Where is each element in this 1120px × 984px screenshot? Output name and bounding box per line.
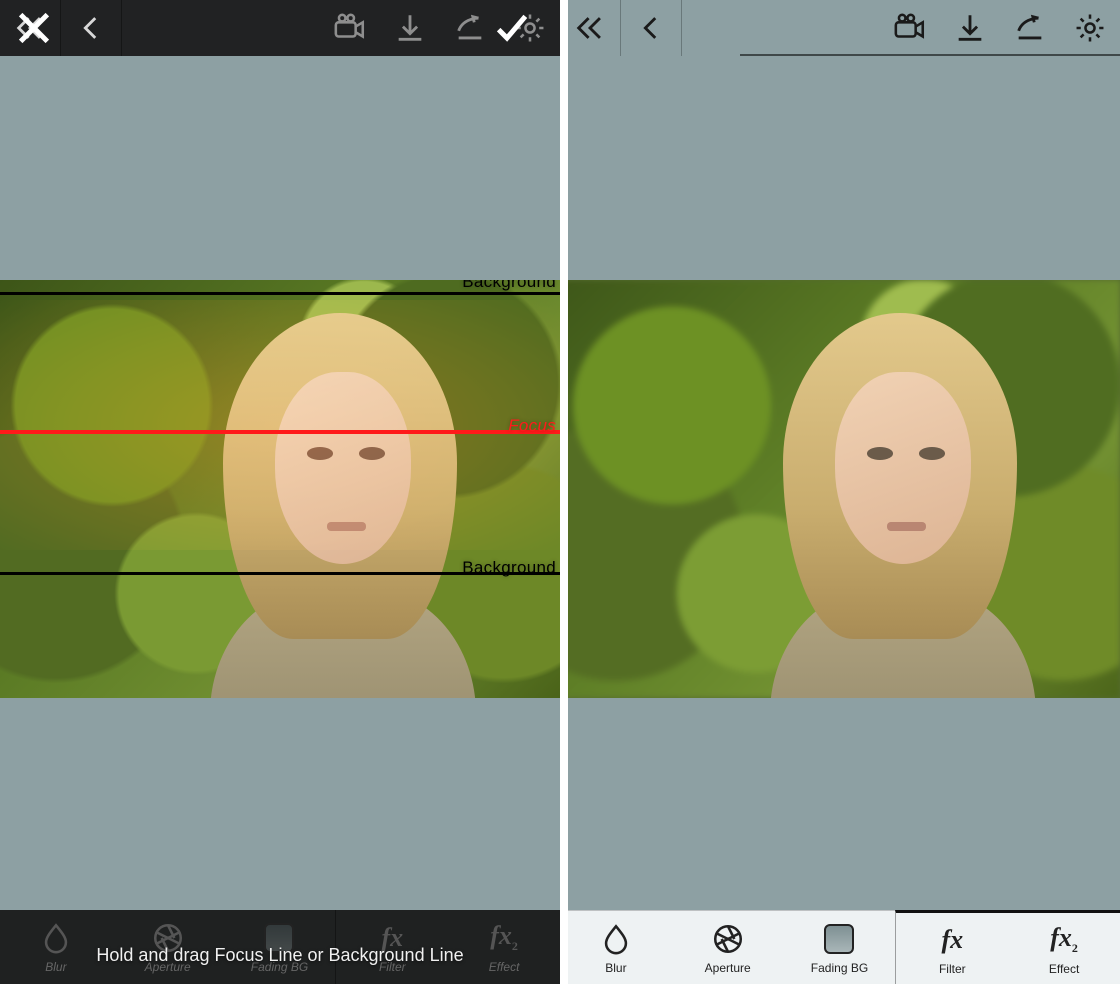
download-icon[interactable] (390, 8, 430, 48)
tool-label: Filter (379, 960, 406, 974)
editor-pane-right: Blur Aperture Fading BG fx Filter fx2 Ef… (560, 0, 1120, 984)
photo-subject (190, 313, 515, 698)
tool-label: Filter (939, 962, 966, 976)
tool-label: Fading BG (811, 961, 868, 975)
tool-aperture[interactable]: Aperture (112, 910, 224, 984)
fx-icon: fx (374, 920, 410, 956)
tool-fadingbg[interactable]: Fading BG (224, 910, 336, 984)
drop-icon (38, 920, 74, 956)
tool-fadingbg[interactable]: Fading BG (784, 910, 896, 984)
fx2-icon: fx2 (1046, 922, 1082, 958)
cancel-button[interactable] (10, 8, 58, 48)
tool-label: Effect (1049, 962, 1079, 976)
tool-blur[interactable]: Blur (560, 910, 672, 984)
share-icon[interactable] (450, 8, 490, 48)
top-toolbar (560, 0, 1120, 56)
confirm-button[interactable] (488, 8, 536, 48)
tool-effect[interactable]: fx2 Effect (448, 910, 560, 984)
tool-label: Aperture (705, 961, 751, 975)
photo-subject (750, 313, 1075, 698)
rewind-button[interactable] (560, 0, 620, 56)
aperture-icon (150, 920, 186, 956)
tool-label: Aperture (145, 960, 191, 974)
fadingbg-icon (261, 920, 297, 956)
bottom-toolbar: Blur Aperture Fading BG fx Filter fx2 Ef… (560, 910, 1120, 984)
pane-divider (560, 0, 568, 984)
fx2-icon: fx2 (486, 920, 522, 956)
bottom-toolbar: Blur Aperture Fading BG fx Filter fx2 Ef… (0, 910, 560, 984)
tool-aperture[interactable]: Aperture (672, 910, 784, 984)
drop-icon (598, 921, 634, 957)
toolbar-underline (740, 54, 1120, 56)
back-button[interactable] (621, 0, 681, 56)
tool-label: Fading BG (251, 960, 308, 974)
tool-label: Blur (605, 961, 626, 975)
tool-effect[interactable]: fx2 Effect (1008, 910, 1120, 984)
share-icon[interactable] (1010, 8, 1050, 48)
photo-canvas[interactable]: Background Focus Background (0, 280, 560, 698)
aperture-icon (710, 921, 746, 957)
camera-icon[interactable] (330, 8, 370, 48)
tool-label: Effect (489, 960, 520, 974)
settings-icon[interactable] (1070, 8, 1110, 48)
download-icon[interactable] (950, 8, 990, 48)
fx-icon: fx (934, 922, 970, 958)
tool-filter[interactable]: fx Filter (335, 910, 448, 984)
photo-canvas[interactable] (560, 280, 1120, 698)
tool-filter[interactable]: fx Filter (895, 910, 1008, 984)
back-button[interactable] (61, 0, 121, 56)
tool-label: Blur (45, 960, 66, 974)
editor-pane-left: Background Focus Background Blur Apertur… (0, 0, 560, 984)
toolbar-separator (121, 0, 122, 56)
tool-blur[interactable]: Blur (0, 910, 112, 984)
toolbar-separator (681, 0, 682, 56)
fadingbg-icon (821, 921, 857, 957)
top-toolbar (0, 0, 560, 56)
camera-icon[interactable] (890, 8, 930, 48)
